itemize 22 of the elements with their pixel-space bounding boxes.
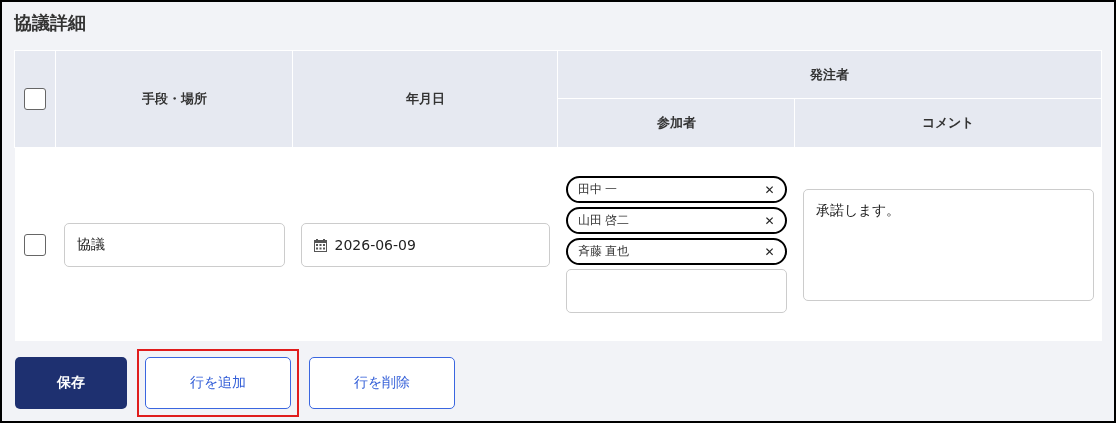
column-header: コメント: [794, 98, 1102, 148]
row-checkbox[interactable]: [24, 233, 46, 256]
row-button[interactable]: 行を追加: [145, 357, 291, 409]
column-header: 手段・場所: [55, 50, 293, 148]
date-field[interactable]: 2026-06-09: [300, 222, 550, 267]
remove-button[interactable]: ✕: [764, 244, 775, 259]
remove-button[interactable]: ✕: [764, 213, 775, 228]
method-field[interactable]: 協議: [63, 222, 285, 267]
comment-field[interactable]: 承諾します。: [802, 188, 1094, 301]
row-button[interactable]: 行を削除: [309, 357, 455, 409]
select-all-checkbox[interactable]: [24, 88, 46, 110]
column-header: 参加者: [557, 98, 795, 148]
column-header: 年月日: [292, 50, 558, 148]
section-title: 協議詳細: [14, 11, 87, 35]
remove-button[interactable]: ✕: [764, 182, 775, 197]
calendar-icon: [313, 237, 327, 252]
participant-input-field[interactable]: [565, 269, 787, 313]
participant-name: 山田 啓二: [577, 212, 630, 229]
column-group-header: 発注者: [557, 50, 1102, 99]
save-button[interactable]: 保存: [15, 357, 127, 409]
participant-name: 田中 一: [577, 181, 618, 198]
participant-name: 斉藤 直也: [577, 243, 630, 260]
